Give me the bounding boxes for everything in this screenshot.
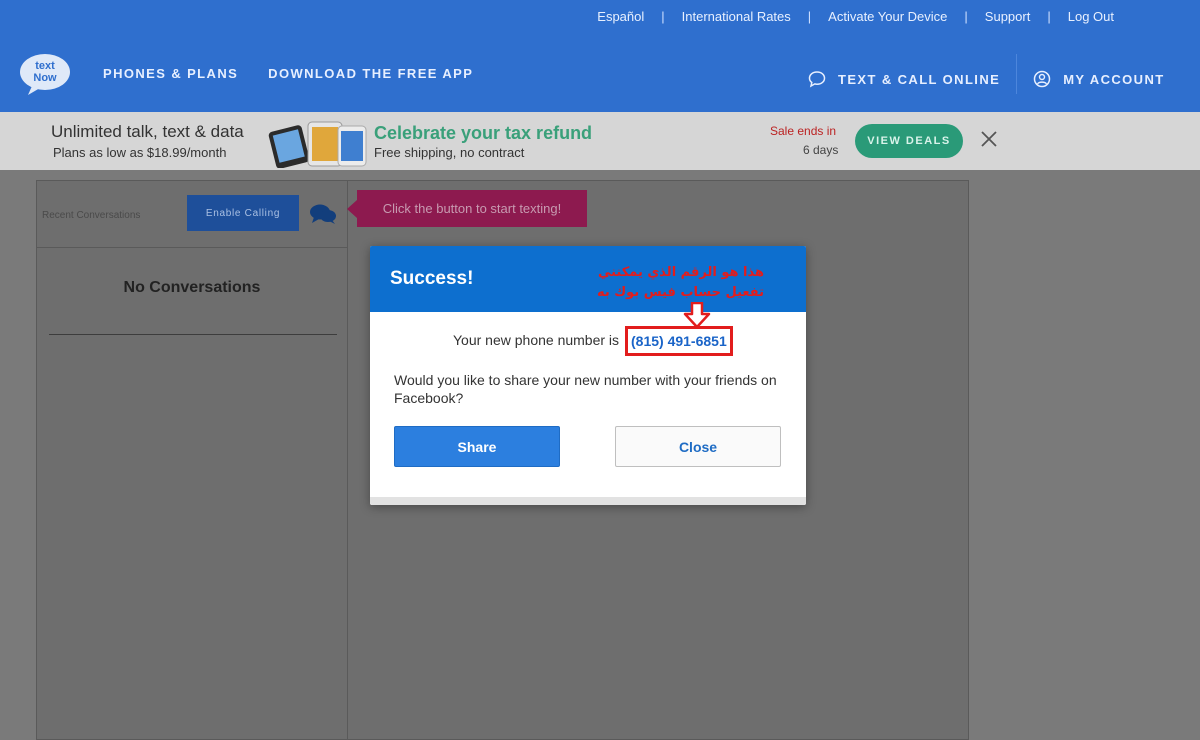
down-arrow-icon <box>683 301 711 329</box>
utility-separator: | <box>661 9 665 24</box>
textnow-logo[interactable]: text Now <box>18 52 72 96</box>
svg-text:text: text <box>35 60 55 72</box>
chat-bubble-icon <box>808 70 826 88</box>
sidebar-header-divider <box>37 247 347 248</box>
promo-headline: Unlimited talk, text & data <box>51 122 244 141</box>
promo-celebrate: Celebrate your tax refund <box>374 123 593 143</box>
arabic-annotation: هذا هو الرقم الذي يمكنني تفعيل حساب فيس … <box>597 263 764 303</box>
nav-download-app[interactable]: DOWNLOAD THE FREE APP <box>268 66 473 81</box>
annotation-line-2: تفعيل حساب فيس بوك به <box>596 285 764 300</box>
conversation-divider <box>49 334 337 335</box>
svg-text:Now: Now <box>33 72 57 84</box>
utility-separator: | <box>964 9 968 24</box>
panel-divider <box>347 181 348 740</box>
user-icon <box>1033 70 1051 88</box>
sale-ends-label: Sale ends in <box>770 124 837 138</box>
start-texting-tooltip: Click the button to start texting! <box>347 190 587 227</box>
annotation-line-1: هذا هو الرقم الذي يمكنني <box>597 265 764 280</box>
promo-plans: Plans as low as $18.99/month <box>53 145 227 160</box>
utility-separator: | <box>1047 9 1051 24</box>
site-header: Español | International Rates | Activate… <box>0 0 1200 112</box>
utility-link-international-rates[interactable]: International Rates <box>682 9 791 24</box>
dialog-header: Success! هذا هو الرقم الذي يمكنني تفعيل … <box>370 246 806 312</box>
enable-calling-button[interactable]: Enable Calling <box>187 195 299 231</box>
utility-link-support[interactable]: Support <box>985 9 1031 24</box>
utility-link-activate-device[interactable]: Activate Your Device <box>828 9 947 24</box>
promo-shipping: Free shipping, no contract <box>374 145 525 160</box>
close-icon[interactable] <box>980 130 998 148</box>
share-button[interactable]: Share <box>394 426 560 467</box>
nav-my-account[interactable]: MY ACCOUNT <box>1033 70 1164 88</box>
view-deals-button[interactable]: VIEW DEALS <box>855 124 963 158</box>
share-question: Would you like to share your new number … <box>394 372 777 406</box>
phone-number-prefix: Your new phone number is <box>453 332 620 348</box>
nav-my-account-label: MY ACCOUNT <box>1063 71 1165 87</box>
new-conversation-icon[interactable] <box>309 203 337 225</box>
account-nav: TEXT & CALL ONLINE MY ACCOUNT <box>808 54 1165 94</box>
close-button[interactable]: Close <box>615 426 781 467</box>
utility-separator: | <box>807 9 812 24</box>
promo-banner: Unlimited talk, text & data Plans as low… <box>0 112 1200 170</box>
nav-divider <box>1016 54 1018 94</box>
recent-conversations-label: Recent Conversations <box>42 210 141 221</box>
nav-phones-plans[interactable]: PHONES & PLANS <box>103 66 238 81</box>
utility-link-espanol[interactable]: Español <box>597 9 644 24</box>
utility-link-log-out[interactable]: Log Out <box>1068 9 1114 24</box>
main-nav: PHONES & PLANS DOWNLOAD THE FREE APP <box>103 66 473 81</box>
no-conversations-label: No Conversations <box>123 279 261 296</box>
sale-days: 6 days <box>803 143 839 157</box>
dialog-footer <box>370 497 806 505</box>
utility-nav: Español | International Rates | Activate… <box>597 9 1114 24</box>
dialog-title: Success! <box>390 268 474 289</box>
phone-number-link[interactable]: (815) 491-6851 <box>625 326 733 356</box>
nav-text-call-label: TEXT & CALL ONLINE <box>838 71 1001 87</box>
phones-image <box>268 118 368 169</box>
nav-text-call-online[interactable]: TEXT & CALL ONLINE <box>808 70 1000 88</box>
success-dialog: Success! هذا هو الرقم الذي يمكنني تفعيل … <box>370 246 806 505</box>
phone-number-line: Your new phone number is (815) 491-6851 <box>370 326 806 356</box>
